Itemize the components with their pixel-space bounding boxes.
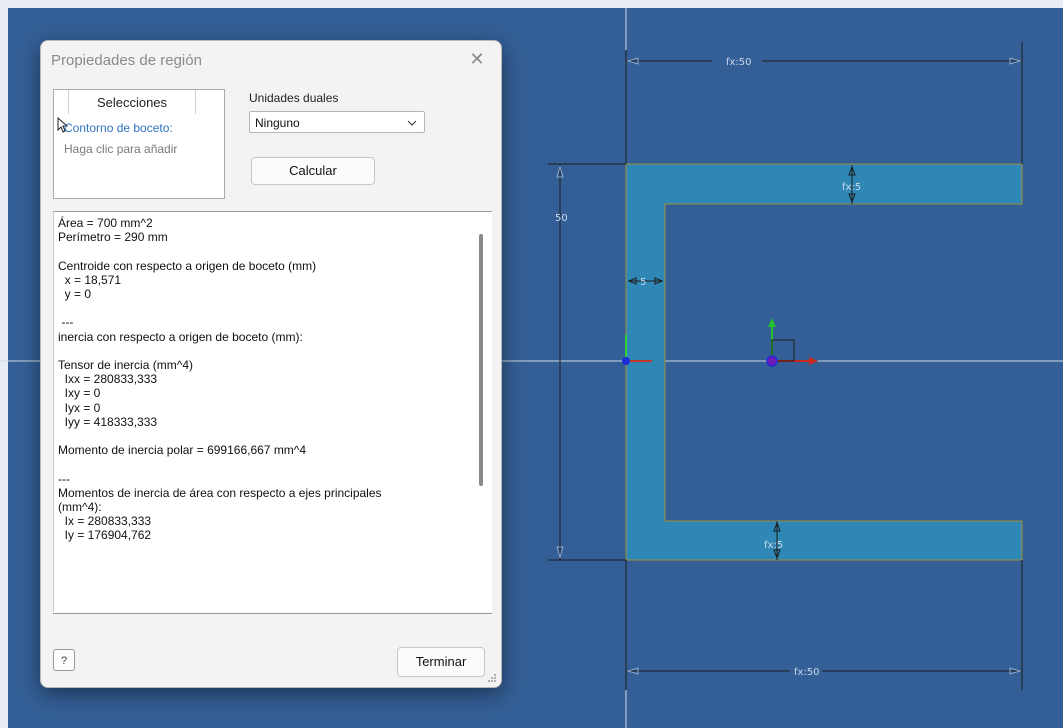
dim-flange-top-text[interactable]: fx:5 (842, 182, 861, 193)
resize-grip-icon[interactable] (487, 673, 497, 683)
centroid-marker (766, 355, 778, 367)
dim-flange-bottom-text[interactable]: fx:5 (764, 540, 783, 551)
dim-height-text[interactable]: 50 (555, 213, 568, 224)
calculate-button[interactable]: Calcular (251, 157, 375, 185)
selections-header: Selecciones (68, 90, 196, 114)
results-scrollbar[interactable] (479, 234, 483, 486)
origin-point (622, 357, 630, 365)
dual-units-select[interactable]: Ninguno (249, 111, 425, 133)
finish-button[interactable]: Terminar (397, 647, 485, 677)
region-properties-dialog: Propiedades de región ✕ Selecciones Cont… (40, 40, 502, 688)
results-text: Área = 700 mm^2 Perímetro = 290 mm Centr… (58, 216, 382, 543)
dialog-title: Propiedades de región (51, 52, 202, 69)
selection-add-hint[interactable]: Haga clic para añadir (64, 142, 177, 156)
dim-top-text[interactable]: fx:50 (726, 57, 752, 68)
selections-box[interactable]: Selecciones Contorno de boceto: Haga cli… (53, 89, 225, 199)
dim-bottom-text[interactable]: fx:50 (794, 667, 820, 678)
dual-units-value: Ninguno (255, 116, 300, 130)
dim-web-text[interactable]: 5 (640, 277, 646, 288)
close-button[interactable]: ✕ (467, 49, 487, 69)
dual-units-label: Unidades duales (249, 91, 339, 105)
chevron-down-icon (407, 120, 417, 126)
sketch-region (625, 163, 1023, 561)
selection-sketch-profile[interactable]: Contorno de boceto: (64, 121, 173, 135)
results-panel[interactable]: Área = 700 mm^2 Perímetro = 290 mm Centr… (53, 211, 492, 612)
help-button[interactable]: ? (53, 649, 75, 671)
results-divider (53, 613, 492, 614)
help-icon: ? (60, 655, 68, 667)
